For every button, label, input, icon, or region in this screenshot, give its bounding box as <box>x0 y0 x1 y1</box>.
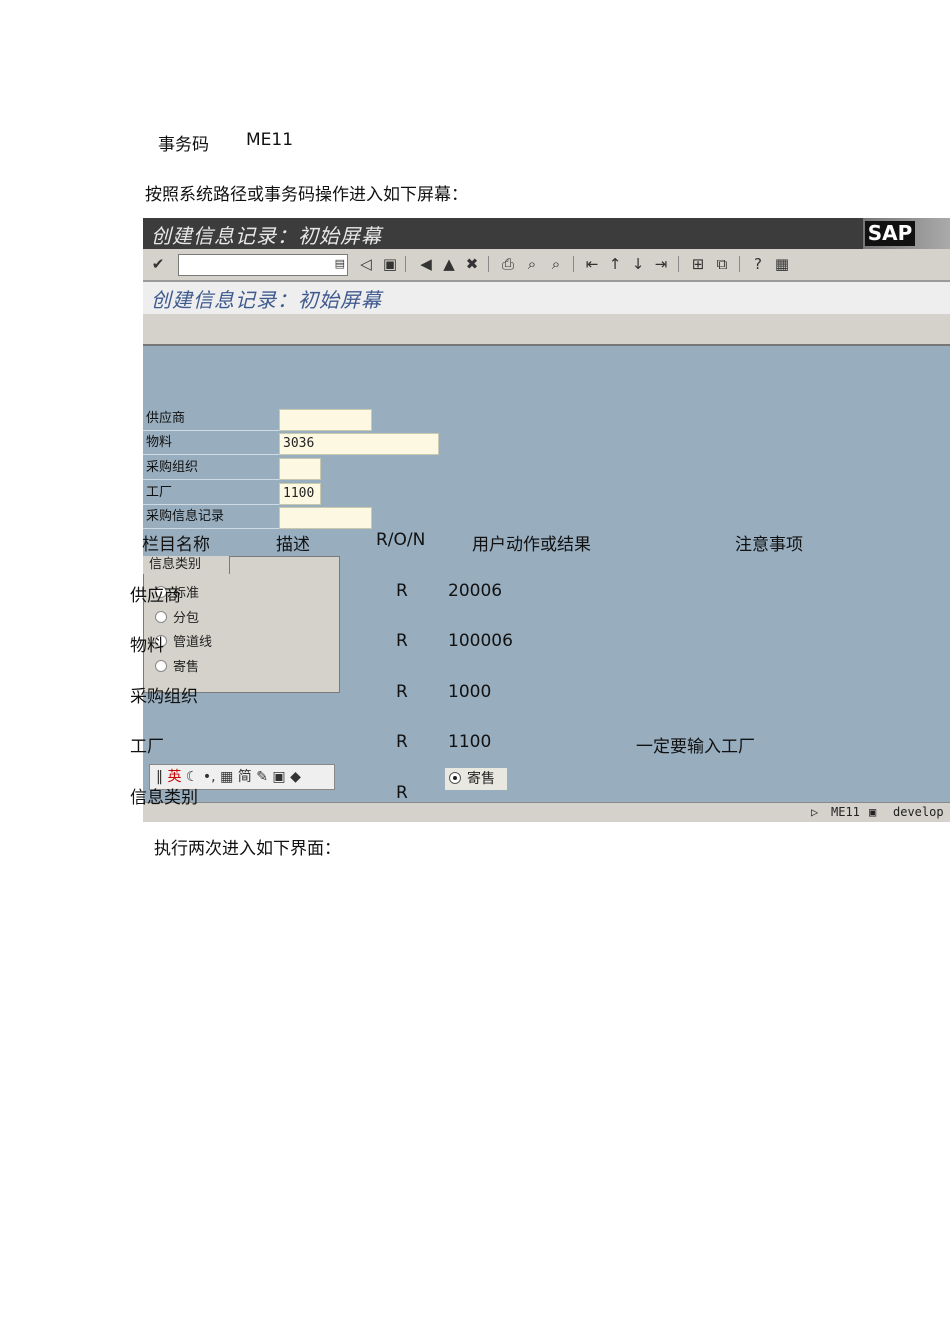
row-material-action: 100006 <box>448 631 513 651</box>
purch-org-label: 采购组织 <box>143 457 281 480</box>
header-notes: 注意事项 <box>735 535 803 555</box>
row-plant-action: 1100 <box>448 732 492 752</box>
window-title: 创建信息记录：初始屏幕 <box>151 224 382 248</box>
row-vendor-name: 供应商 <box>130 586 181 606</box>
system-toolbar: ✔ ▤ ◁ ▣ ◀ ▲ ✖ ⎙ ⌕ ⌕ ⇤ ↑ ↓ ⇥ ⊞ ⧉ ? ▦ <box>143 249 950 282</box>
info-category-title: 信息类别 <box>143 556 230 574</box>
header-description: 描述 <box>276 535 310 555</box>
shortcut-icon[interactable]: ⧉ <box>713 255 731 273</box>
status-bar: ▷ ME11 ▣ develop <box>143 802 950 822</box>
radio-icon <box>155 611 167 623</box>
sap-logo: SAP <box>863 218 950 249</box>
plant-label: 工厂 <box>143 482 281 505</box>
info-record-label: 采购信息记录 <box>143 506 281 529</box>
row-material-name: 物料 <box>130 636 164 656</box>
tcode-label: 事务码 <box>158 135 209 155</box>
vendor-input[interactable] <box>279 409 372 431</box>
row-info-category-ron: R <box>396 783 408 803</box>
ime-punct-icon[interactable]: •, <box>203 769 216 785</box>
row-material-ron: R <box>396 631 408 651</box>
previous-page-icon[interactable]: ↑ <box>606 255 624 273</box>
row-plant-ron: R <box>396 732 408 752</box>
header-ron: R/O/N <box>376 530 426 550</box>
print-icon[interactable]: ⎙ <box>499 255 517 273</box>
command-input[interactable] <box>179 257 331 275</box>
sap-logo-text: SAP <box>865 221 915 246</box>
info-record-input[interactable] <box>279 507 372 529</box>
radio-consignment[interactable]: 寄售 <box>155 656 199 675</box>
status-session-icon[interactable]: ▣ <box>869 805 876 819</box>
row-vendor-action: 20006 <box>448 581 503 601</box>
row-purch-org-action: 1000 <box>448 682 492 702</box>
new-session-icon[interactable]: ⊞ <box>689 255 707 273</box>
back-arrow-icon[interactable]: ◁ <box>357 255 375 273</box>
instruction-text: 按照系统路径或事务码操作进入如下屏幕： <box>145 185 468 205</box>
row-vendor-ron: R <box>396 581 408 601</box>
first-page-icon[interactable]: ⇤ <box>583 255 601 273</box>
application-toolbar <box>143 314 950 346</box>
screen-title-bar: 创建信息记录：初始屏幕 <box>143 282 950 314</box>
ime-tool-icon[interactable]: ◆ <box>290 769 301 785</box>
plant-input[interactable]: 1100 <box>279 483 321 505</box>
screen-title: 创建信息记录：初始屏幕 <box>151 288 382 312</box>
row-purch-org-name: 采购组织 <box>130 687 198 707</box>
back-icon[interactable]: ◀ <box>417 255 435 273</box>
sap-window: 创建信息记录：初始屏幕 SAP ✔ ▤ ◁ ▣ ◀ ▲ ✖ ⎙ ⌕ ⌕ ⇤ ↑ … <box>143 218 950 822</box>
footer-text: 执行两次进入如下界面： <box>154 839 341 859</box>
row-plant-note: 一定要输入工厂 <box>636 737 755 757</box>
material-input[interactable]: 3036 <box>279 433 439 455</box>
help-icon[interactable]: ? <box>749 255 767 273</box>
ime-menu-icon[interactable]: ▣ <box>272 769 285 785</box>
find-next-icon[interactable]: ⌕ <box>547 255 565 273</box>
exit-icon[interactable]: ▲ <box>440 255 458 273</box>
header-field-name: 栏目名称 <box>142 535 210 555</box>
status-system: develop <box>893 805 944 819</box>
row-info-category-name: 信息类别 <box>130 788 198 808</box>
ime-keyboard-icon[interactable]: ▦ <box>220 769 233 785</box>
cancel-icon[interactable]: ✖ <box>463 255 481 273</box>
row-purch-org-ron: R <box>396 682 408 702</box>
material-label: 物料 <box>143 432 281 455</box>
command-history-icon[interactable]: ▤ <box>335 257 345 270</box>
vendor-label: 供应商 <box>143 408 281 431</box>
save-icon[interactable]: ▣ <box>381 255 399 273</box>
selected-consignment-radio[interactable]: 寄售 <box>445 768 507 790</box>
purch-org-input[interactable] <box>279 458 321 480</box>
radio-selected-icon <box>449 772 461 784</box>
radio-subcontract[interactable]: 分包 <box>155 607 199 626</box>
title-bar: 创建信息记录：初始屏幕 SAP <box>143 218 950 249</box>
header-action: 用户动作或结果 <box>472 535 591 555</box>
command-field[interactable]: ▤ <box>178 254 348 276</box>
status-tcode: ME11 <box>831 805 860 819</box>
radio-icon <box>155 660 167 672</box>
last-page-icon[interactable]: ⇥ <box>652 255 670 273</box>
tcode-value: ME11 <box>246 130 294 150</box>
row-plant-name: 工厂 <box>130 737 164 757</box>
ime-pen-icon[interactable]: ✎ <box>256 769 268 785</box>
find-icon[interactable]: ⌕ <box>523 255 541 273</box>
enter-icon[interactable]: ✔ <box>149 255 167 273</box>
status-expand-icon[interactable]: ▷ <box>811 805 818 819</box>
ime-script[interactable]: 简 <box>238 769 252 785</box>
next-page-icon[interactable]: ↓ <box>629 255 647 273</box>
layout-menu-icon[interactable]: ▦ <box>773 255 791 273</box>
